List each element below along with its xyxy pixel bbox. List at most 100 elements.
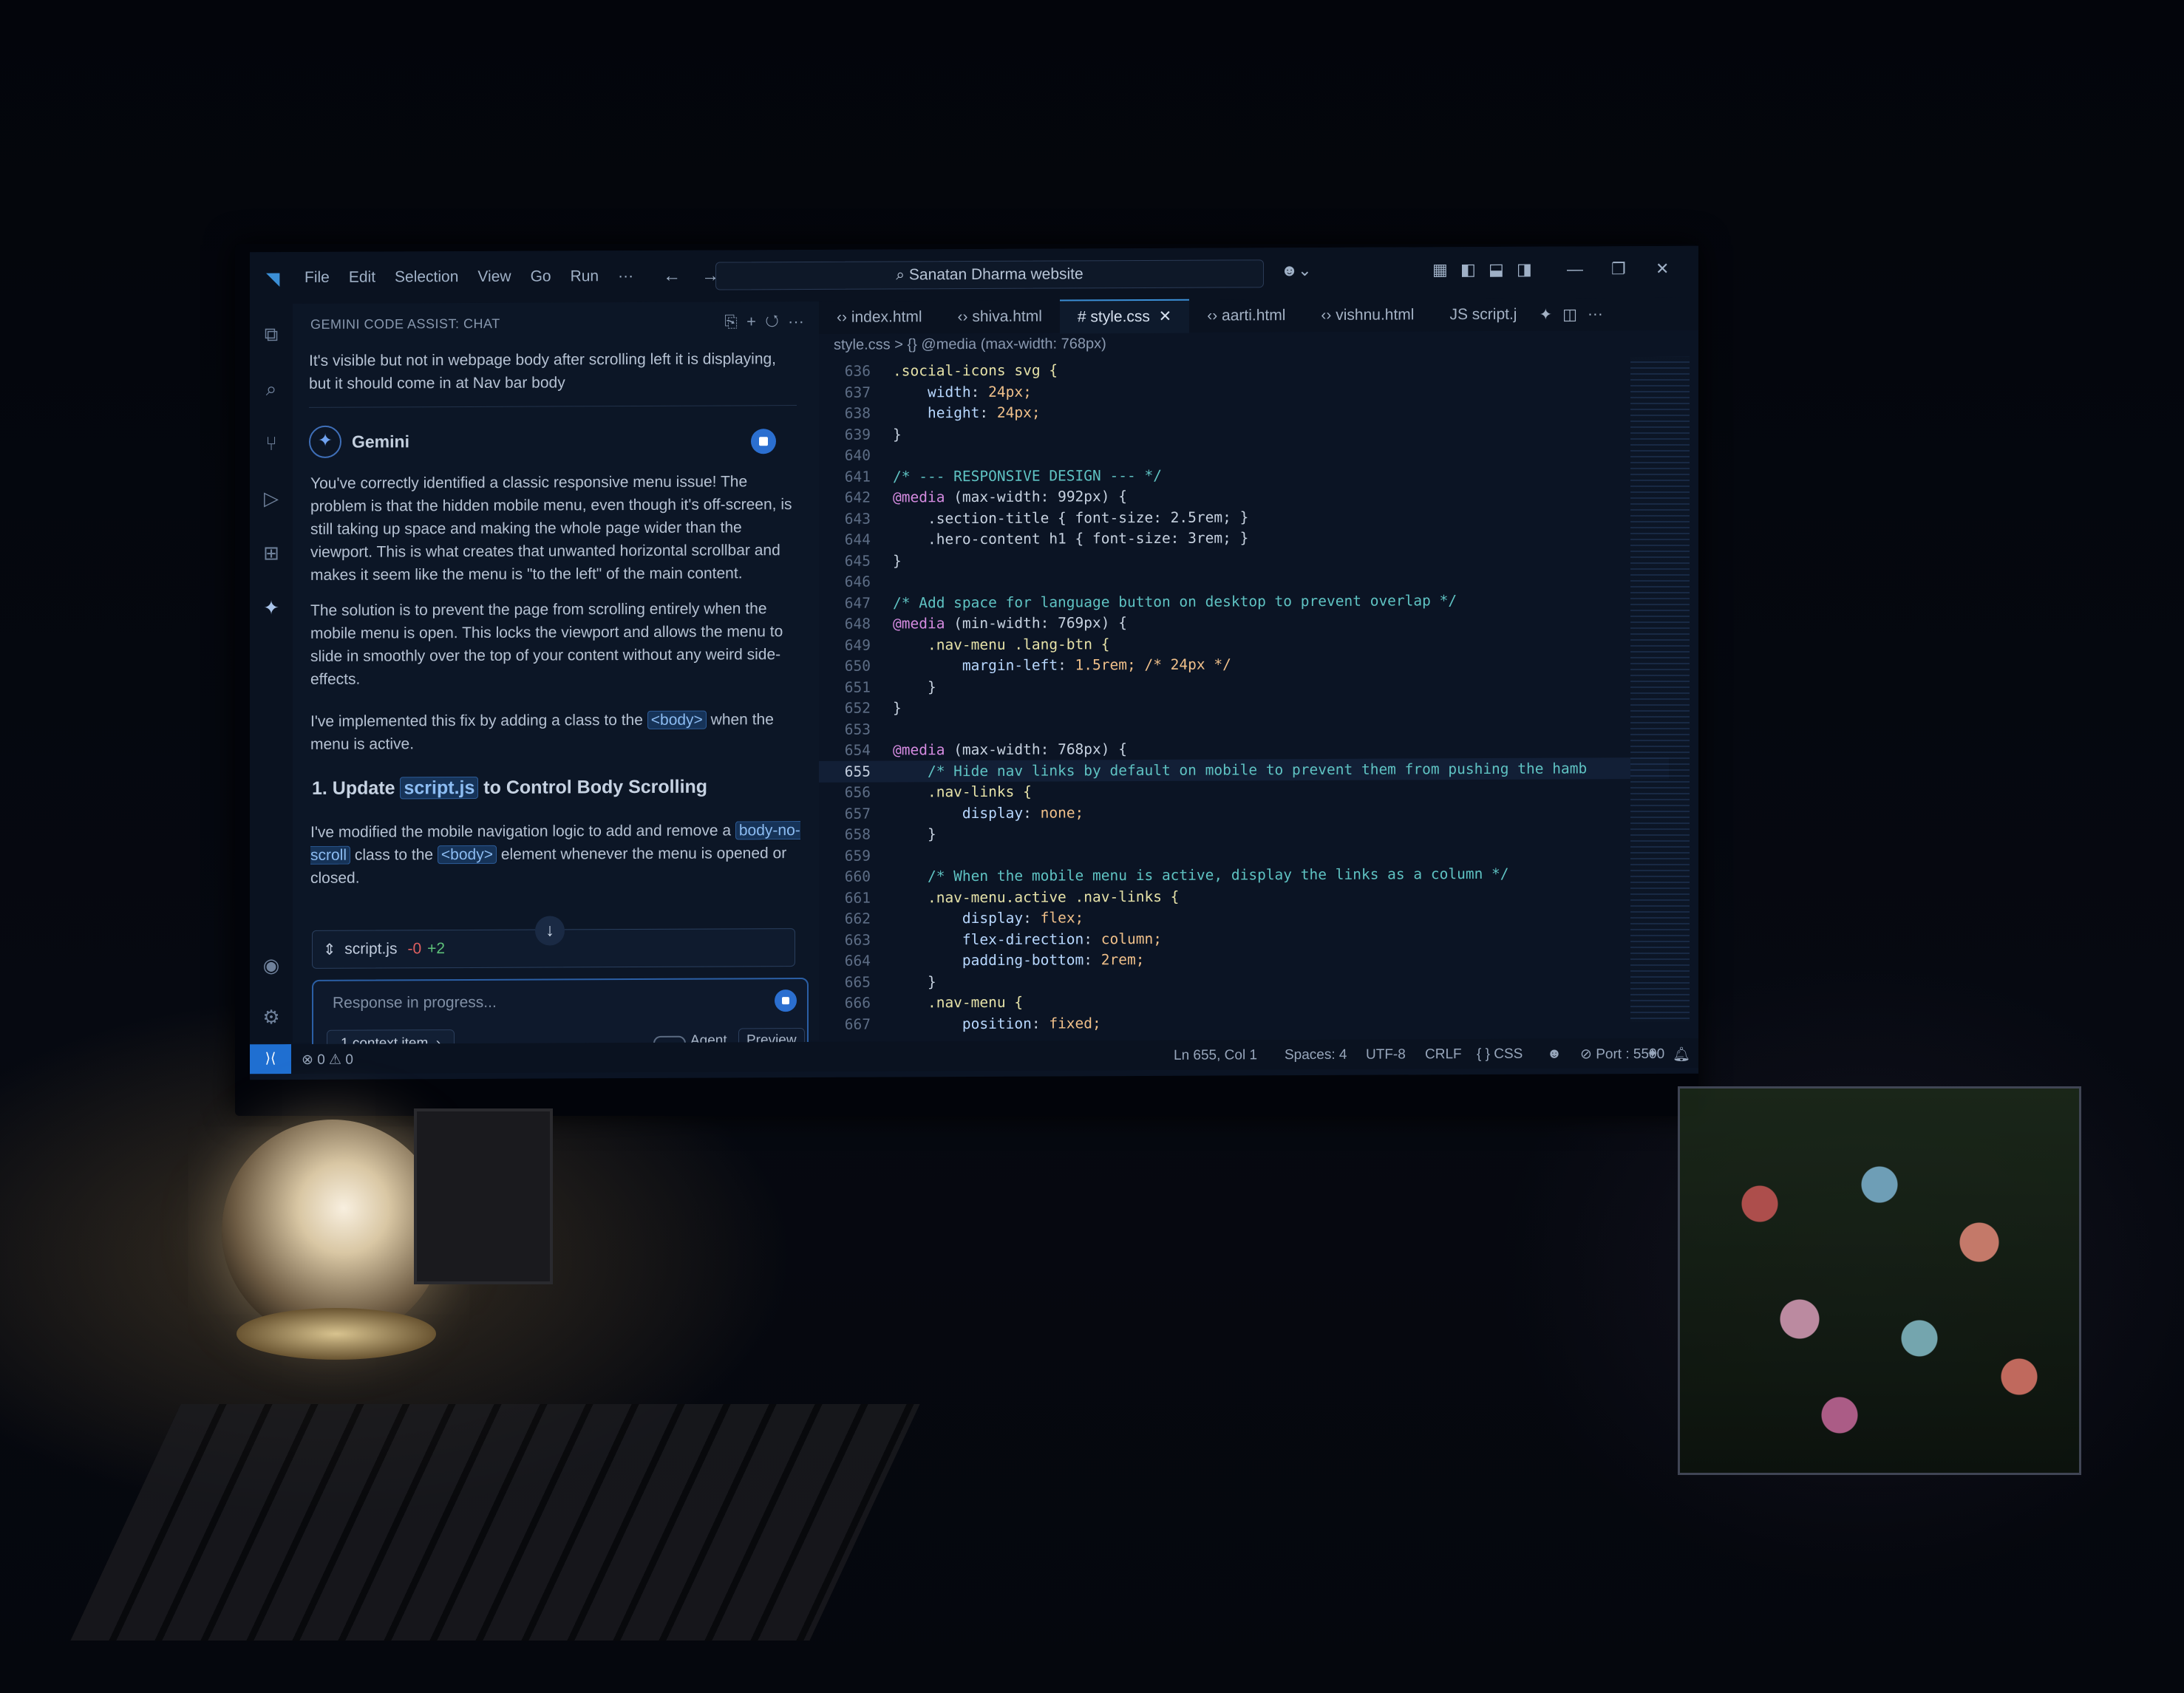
copilot-icon[interactable]: ☻⌄ — [1281, 261, 1312, 280]
explorer-icon[interactable]: ⧉ — [260, 323, 282, 345]
expand-chevron-icon: ⇕ — [323, 941, 336, 958]
more-icon[interactable]: ··· — [788, 312, 804, 330]
split-editor-icon[interactable]: ◫ — [1562, 305, 1577, 324]
encoding[interactable]: UTF-8 — [1366, 1046, 1406, 1063]
line-source: flex-direction: column; — [962, 930, 1162, 948]
diff-deletions: -0 — [407, 940, 422, 958]
run-debug-icon[interactable]: ▷ — [260, 487, 282, 509]
extensions-icon[interactable]: ⊞ — [260, 542, 282, 564]
menu-go[interactable]: Go — [531, 268, 551, 285]
assistant-header: ✦ Gemini — [309, 425, 409, 458]
indentation[interactable]: Spaces: 4 — [1285, 1047, 1347, 1063]
tab-style-css[interactable]: # style.css ✕ — [1059, 299, 1190, 334]
line-number: 661 — [844, 889, 871, 907]
line-number: 644 — [844, 531, 871, 548]
close-tab-icon[interactable]: ✕ — [1159, 308, 1172, 325]
response-paragraph-2: The solution is to prevent the page from… — [310, 600, 783, 688]
line-source: .social-icons svg { — [893, 361, 1058, 380]
line-source: } — [893, 425, 902, 443]
line-source: display: none; — [962, 803, 1084, 822]
gemini-status-icon[interactable]: ✦ — [1647, 1046, 1659, 1063]
p4-text-start: I've modified the mobile navigation logi… — [310, 822, 735, 841]
message-divider — [309, 405, 797, 408]
search-view-icon[interactable]: ⌕ — [260, 378, 282, 400]
menu-edit[interactable]: Edit — [349, 269, 375, 287]
line-source: width: 24px; — [927, 383, 1032, 401]
user-message: It's visible but not in webpage body aft… — [309, 350, 777, 392]
back-arrow-icon[interactable]: ← — [663, 266, 681, 287]
photo-frame — [414, 1108, 553, 1284]
line-number: 665 — [844, 973, 871, 991]
line-source: margin-left: 1.5rem; /* 24px */ — [962, 655, 1231, 675]
line-number: 657 — [844, 805, 871, 822]
stop-generation-button[interactable] — [751, 429, 776, 454]
tab-shiva-html[interactable]: ‹› shiva.html — [940, 300, 1060, 333]
lamp-base — [237, 1308, 436, 1360]
menu-selection[interactable]: Selection — [395, 268, 458, 286]
history-icon[interactable]: ↺ — [765, 312, 779, 330]
line-number: 639 — [844, 426, 871, 443]
line-number: 652 — [844, 699, 871, 717]
notifications-bell-icon[interactable]: 🔔︎ — [1673, 1046, 1690, 1063]
sparkle-icon[interactable]: ✦ — [1539, 305, 1552, 324]
menu-file[interactable]: File — [305, 269, 330, 287]
cursor-position[interactable]: Ln 655, Col 1 — [1174, 1047, 1257, 1063]
settings-gear-icon[interactable]: ⚙ — [260, 1006, 282, 1028]
line-source: /* --- RESPONSIVE DESIGN --- */ — [893, 466, 1162, 485]
layout-customize-icon[interactable]: ▦ — [1432, 260, 1448, 279]
script-code-chip: script.js — [400, 776, 479, 800]
code-editor[interactable]: 636 .social-icons svg {637 width: 24px; 63… — [819, 357, 1669, 1033]
toggle-panel-icon[interactable]: ⬓ — [1489, 260, 1504, 279]
toggle-secondary-sidebar-icon[interactable]: ◨ — [1517, 260, 1532, 279]
chat-history-icon[interactable]: ⎘ — [724, 312, 738, 330]
response-paragraph-3: I've implemented this fix by adding a cl… — [310, 708, 806, 756]
line-source: .nav-links { — [893, 783, 1032, 801]
line-source: display: flex; — [962, 909, 1084, 927]
line-number: 663 — [844, 931, 871, 949]
code-line[interactable]: 667 position: fixed; — [819, 1009, 1669, 1035]
vscode-window: ◥ File Edit Selection View Go Run ··· ← … — [250, 245, 1698, 1080]
line-source: height: 24px; — [927, 403, 1041, 422]
heading-end: to Control Body Scrolling — [478, 776, 708, 798]
restore-icon[interactable]: ❐ — [1611, 259, 1626, 279]
line-source: } — [893, 699, 902, 717]
line-endings[interactable]: CRLF — [1425, 1046, 1462, 1063]
input-stop-button[interactable] — [775, 989, 797, 1012]
scroll-down-arrow-icon[interactable]: ↓ — [535, 916, 565, 946]
diff-file-name: script.js — [344, 940, 398, 958]
minimap[interactable] — [1630, 356, 1690, 1023]
line-number: 667 — [844, 1015, 871, 1033]
toggle-sidebar-icon[interactable]: ◧ — [1460, 260, 1476, 279]
problems-count[interactable]: ⊗ 0 ⚠ 0 — [302, 1052, 353, 1069]
account-icon[interactable]: ◉ — [260, 954, 282, 976]
line-number: 664 — [844, 952, 871, 970]
close-window-icon[interactable]: ✕ — [1656, 259, 1669, 279]
section-heading: 1. Update script.js to Control Body Scro… — [312, 777, 707, 800]
line-source: .hero-content h1 { font-size: 3rem; } — [893, 529, 1249, 548]
command-center-search[interactable]: ⌕ Sanatan Dharma website — [715, 259, 1264, 290]
language-mode[interactable]: { } CSS — [1477, 1046, 1523, 1063]
breadcrumb[interactable]: style.css > {} @media (max-width: 768px) — [834, 335, 1106, 354]
tab-aarti-html[interactable]: ‹› aarti.html — [1189, 299, 1303, 333]
tab-vishnu-html[interactable]: ‹› vishnu.html — [1303, 299, 1432, 332]
line-source: .nav-menu .lang-btn { — [893, 635, 1110, 653]
menu-more[interactable]: ··· — [618, 268, 633, 285]
source-control-icon[interactable]: ⑂ — [260, 432, 282, 454]
menu-view[interactable]: View — [477, 268, 511, 286]
tulip-display-box — [1678, 1086, 2081, 1475]
new-chat-icon[interactable]: + — [746, 312, 756, 330]
menu-run[interactable]: Run — [571, 268, 599, 285]
tab-script-js[interactable]: JS script.j — [1432, 299, 1534, 332]
copilot-status-icon[interactable]: ☻ — [1547, 1046, 1562, 1063]
line-number: 655 — [844, 763, 871, 780]
p4-text-mid: class to the — [350, 846, 438, 864]
line-source: position: fixed; — [962, 1014, 1101, 1032]
gemini-icon[interactable]: ✦ — [260, 596, 282, 619]
editor-more-icon[interactable]: ··· — [1588, 305, 1603, 323]
minimize-icon[interactable]: — — [1567, 259, 1583, 279]
line-source: } — [893, 678, 936, 695]
line-number: 647 — [844, 594, 871, 612]
remote-indicator-icon[interactable]: ⟩⟨ — [250, 1044, 291, 1074]
tab-index-html[interactable]: ‹› index.html — [819, 301, 940, 334]
line-number: 641 — [844, 468, 871, 486]
